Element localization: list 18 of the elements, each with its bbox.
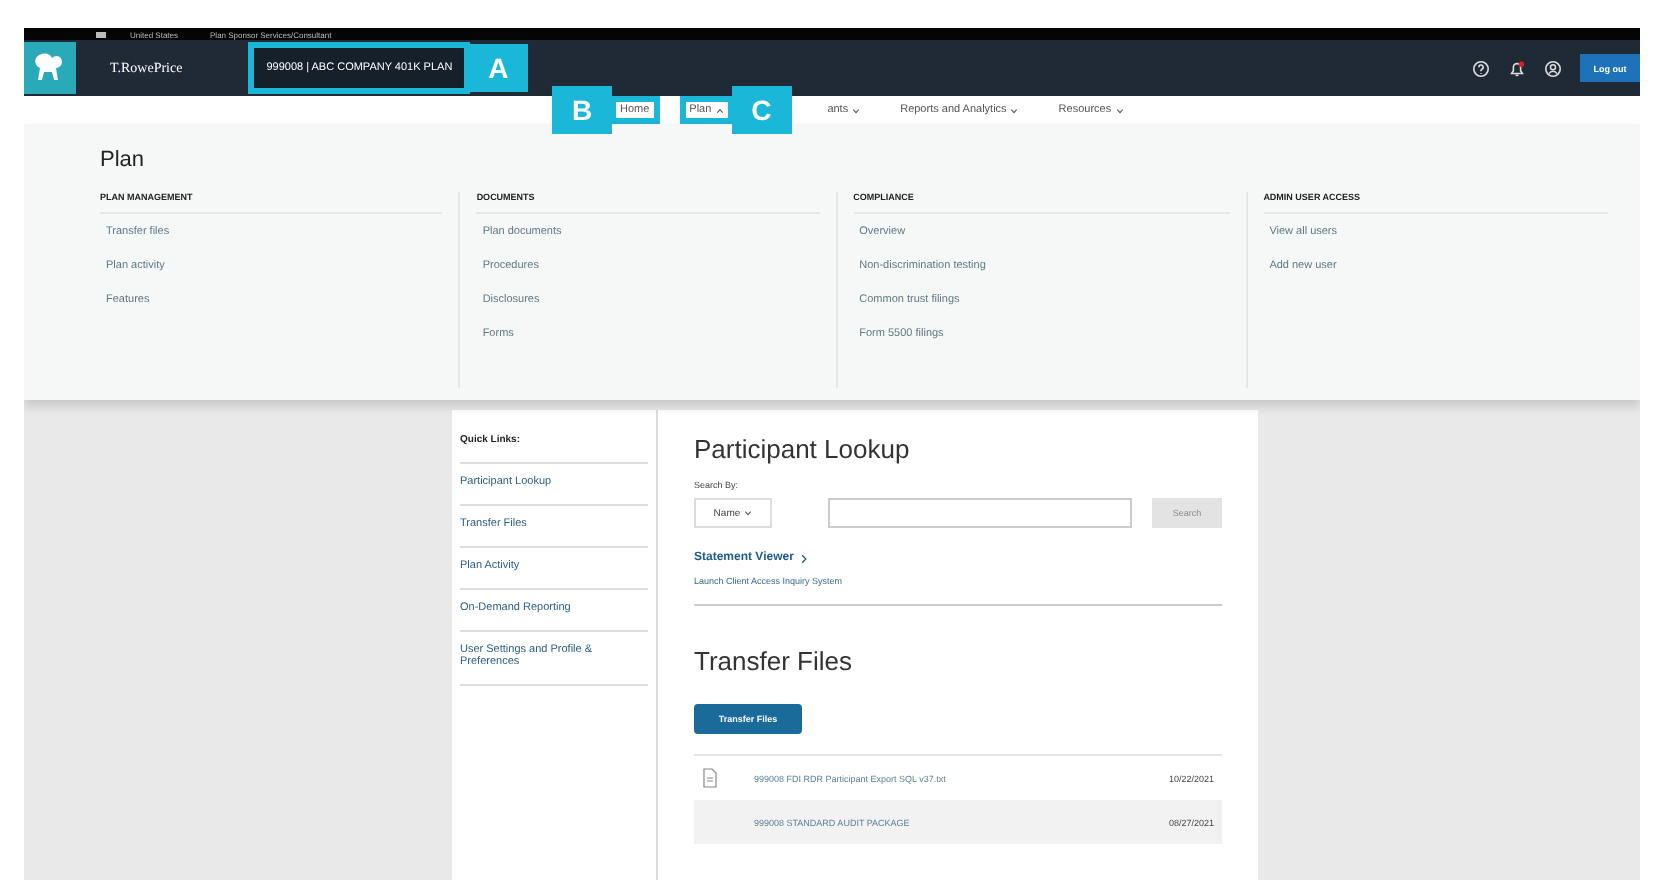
caret-icon: [852, 107, 861, 113]
chevron-icon: [799, 553, 808, 563]
menu-title: Plan: [100, 148, 147, 172]
help-icon[interactable]: [1472, 59, 1490, 77]
section-title: Participant Lookup: [694, 434, 912, 464]
caret-icon: [715, 107, 724, 113]
callout-label: C: [731, 86, 792, 134]
search-field[interactable]: [827, 498, 1132, 528]
bell-icon[interactable]: [1508, 59, 1526, 77]
document-icon: [702, 768, 718, 788]
flag-icon: [96, 31, 106, 37]
section-title: Transfer Files: [694, 646, 854, 676]
callout-label: B: [552, 86, 612, 134]
caret-icon: [1010, 107, 1019, 113]
caret-icon: [744, 510, 753, 516]
account-icon[interactable]: [1544, 59, 1562, 77]
caret-icon: [1115, 107, 1124, 113]
callout-label: A: [468, 44, 529, 92]
